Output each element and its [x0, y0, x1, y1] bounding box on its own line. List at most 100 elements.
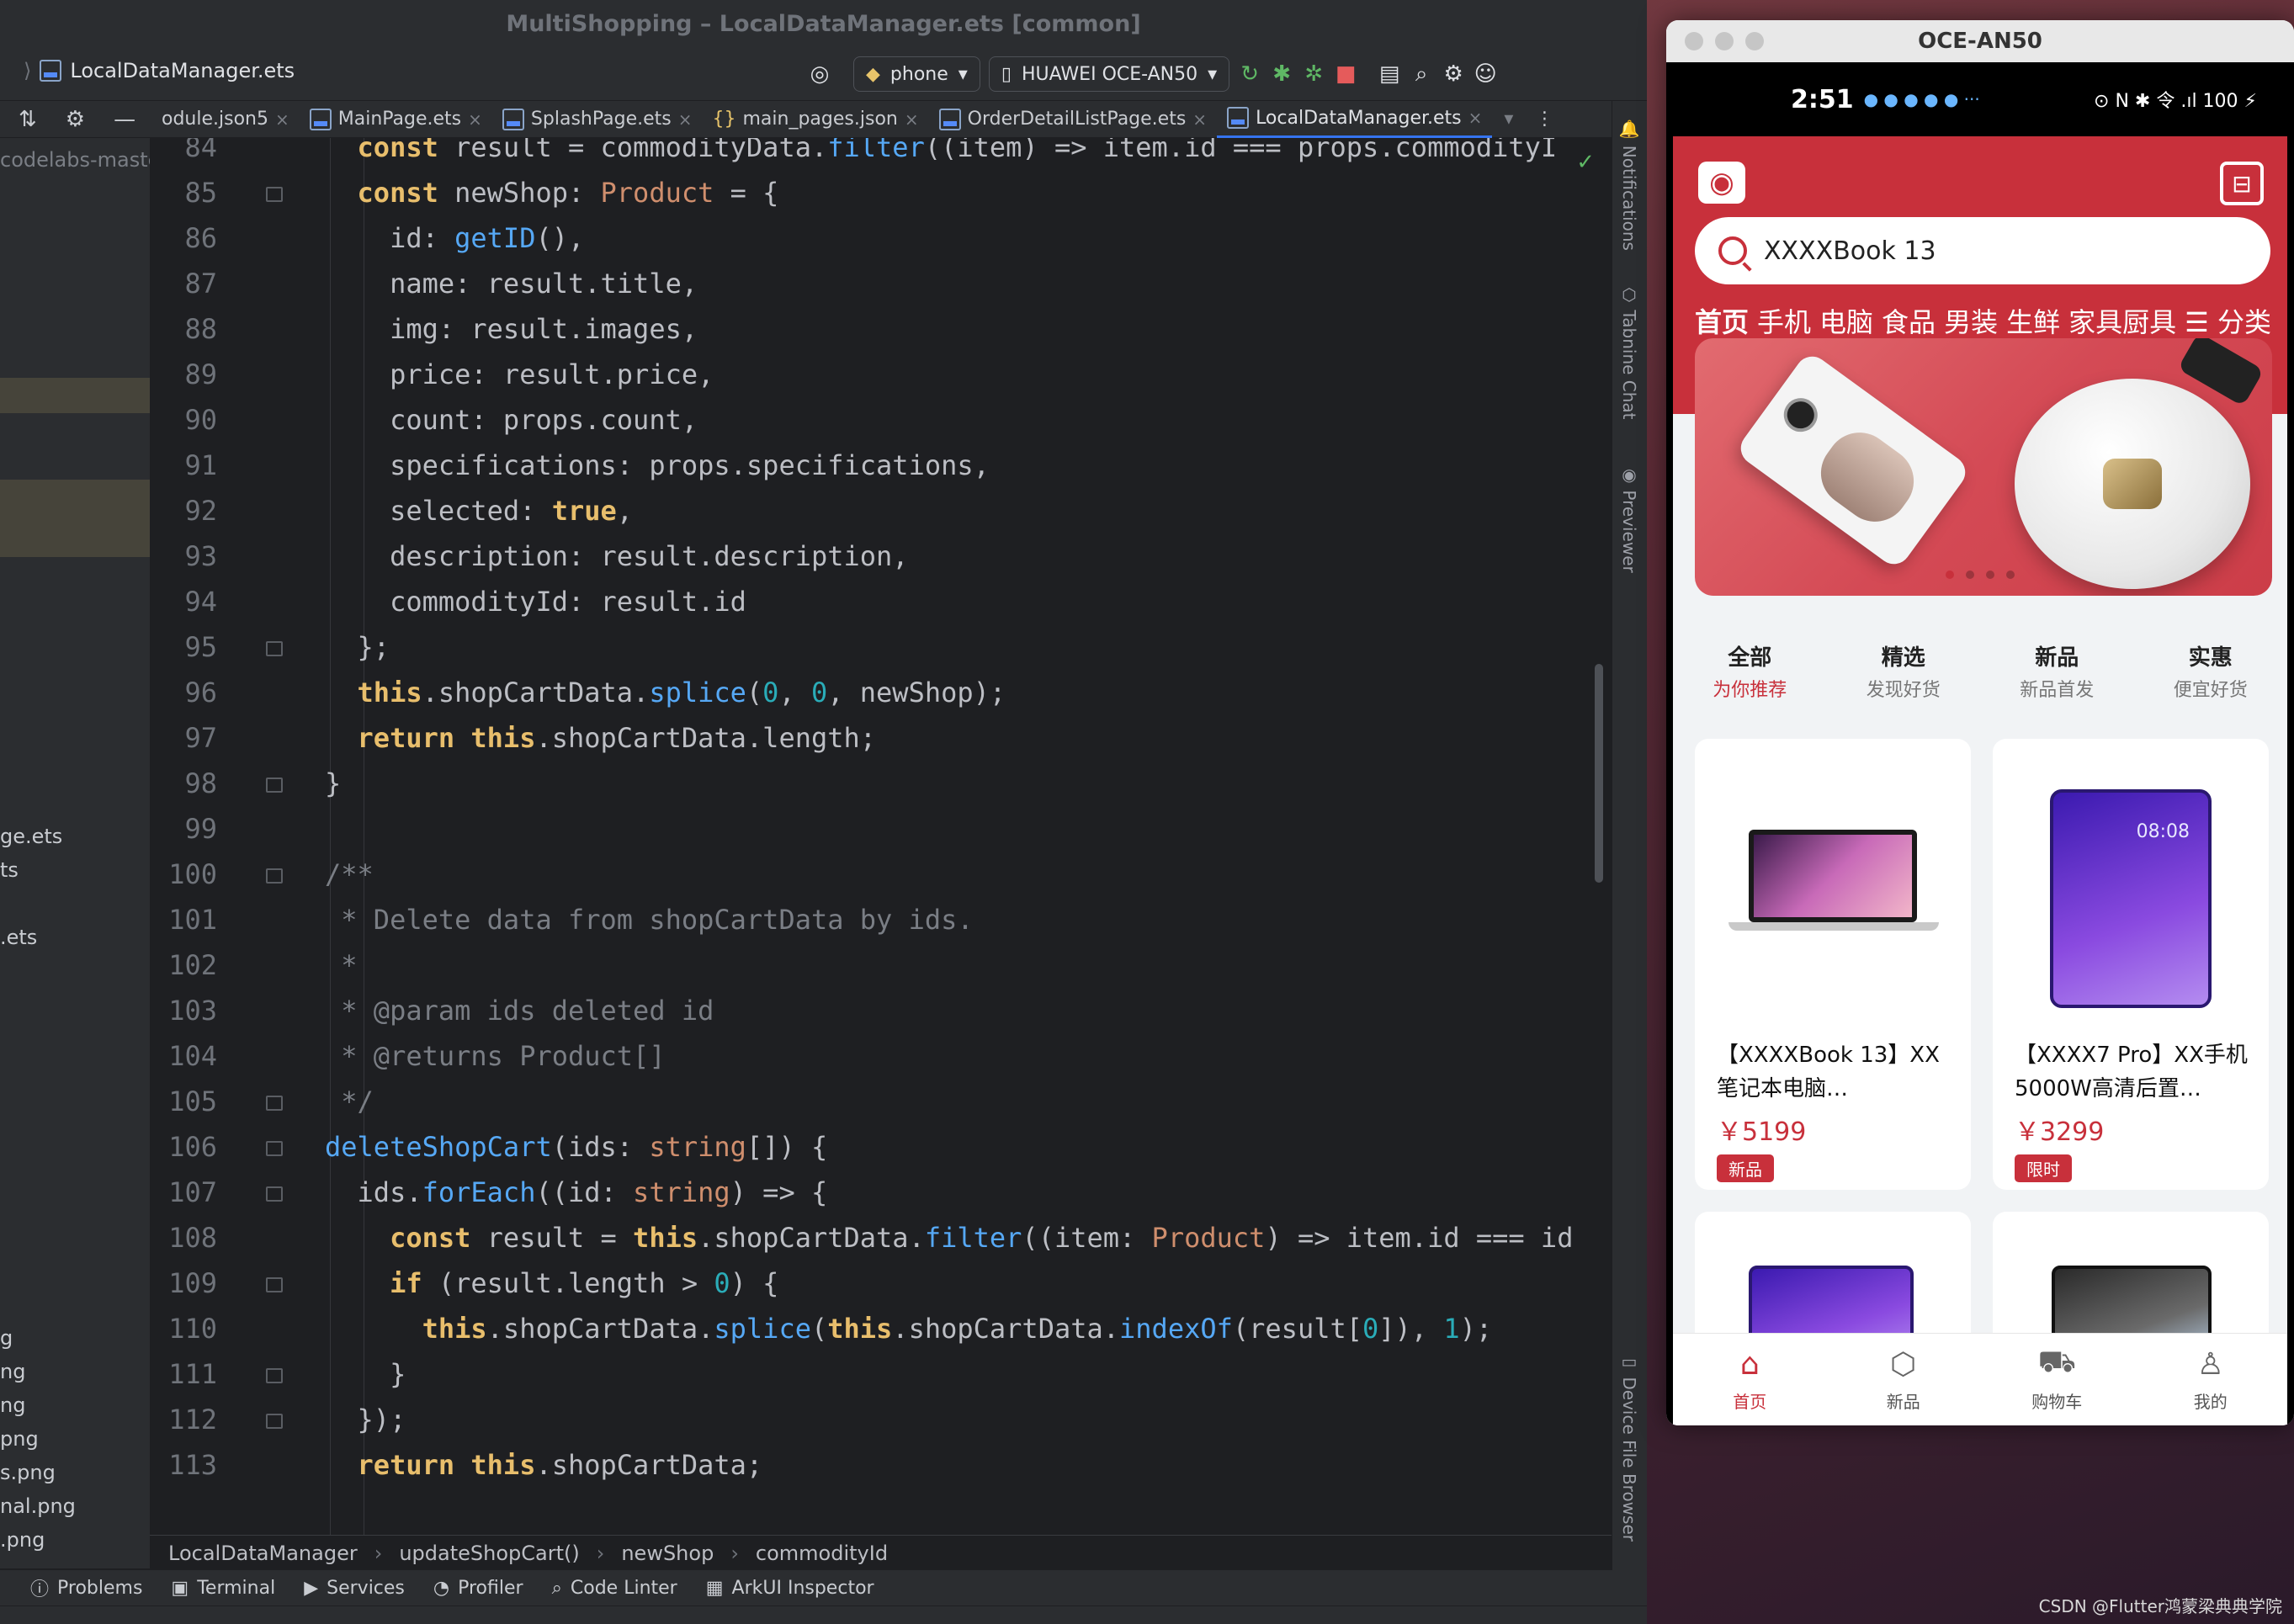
code-line[interactable]: 99 — [150, 806, 1612, 852]
code-line[interactable]: 106 deleteShopCart(ids: string[]) { — [150, 1124, 1612, 1170]
project-item[interactable]: g — [0, 1326, 13, 1350]
product-card[interactable]: 【XXXXBook 13】XX笔记本电脑… ￥5199 新品 — [1695, 739, 1971, 1190]
feed-tab-deals[interactable]: 实惠 便宜好货 — [2134, 634, 2288, 707]
close-window-button[interactable] — [1685, 32, 1703, 50]
code-line[interactable]: 84 const result = commodityData.filter((… — [150, 138, 1612, 170]
close-icon[interactable]: × — [1468, 108, 1483, 128]
feed-tab-all[interactable]: 全部 为你推荐 — [1673, 634, 1827, 707]
scan-icon[interactable]: ⊟ — [2220, 162, 2264, 205]
tab-mainpage[interactable]: MainPage.ets × — [300, 101, 492, 138]
code-linter-tool[interactable]: ⌕ Code Linter — [552, 1578, 677, 1599]
code-line[interactable]: 102 * — [150, 942, 1612, 988]
code-line[interactable]: 97 return this.shopCartData.length; — [150, 715, 1612, 761]
nav-cart[interactable]: ⛟ 购物车 — [1980, 1334, 2134, 1425]
fold-icon[interactable] — [266, 1096, 283, 1111]
more-actions-icon[interactable]: ⋮ — [1535, 109, 1553, 130]
breadcrumb-item[interactable]: newShop — [621, 1542, 714, 1565]
services-tool[interactable]: ▶ Services — [304, 1578, 405, 1599]
tab-main-pages-json[interactable]: {} main_pages.json × — [703, 101, 929, 138]
run-config-select[interactable]: ◆ phone ▾ — [853, 56, 980, 92]
project-item[interactable]: ge.ets — [0, 825, 62, 848]
fold-icon[interactable] — [266, 1277, 283, 1292]
code-line[interactable]: 96 this.shopCartData.splice(0, 0, newSho… — [150, 670, 1612, 715]
category-item[interactable]: 电脑 — [1819, 301, 1873, 340]
search-input[interactable]: XXXXBook 13 — [1695, 217, 2270, 284]
account-icon[interactable]: ☺ — [1474, 62, 1497, 86]
fold-icon[interactable] — [266, 778, 283, 793]
project-item[interactable]: codelabs-maste — [0, 148, 150, 172]
product-card[interactable]: 08:08 【XXXX7 Pro】XX手机 5000W高清后置… ￥3299 限… — [1993, 739, 2269, 1190]
fold-icon[interactable] — [266, 1414, 283, 1429]
breadcrumb-item[interactable]: updateShopCart() — [399, 1542, 579, 1565]
code-line[interactable]: 100 /** — [150, 852, 1612, 897]
close-icon[interactable]: × — [468, 109, 482, 130]
tab-localdatamanager[interactable]: LocalDataManager.ets × — [1217, 101, 1493, 138]
code-line[interactable]: 92 selected: true, — [150, 488, 1612, 533]
tab-orderdetaillistpage[interactable]: OrderDetailListPage.ets × — [929, 101, 1217, 138]
project-item[interactable]: nal.png — [0, 1494, 76, 1518]
terminal-tool[interactable]: ▣ Terminal — [171, 1578, 275, 1599]
code-line[interactable]: 101 * Delete data from shopCartData by i… — [150, 897, 1612, 942]
fold-icon[interactable] — [266, 868, 283, 884]
nav-home[interactable]: ⌂ 首页 — [1673, 1334, 1827, 1425]
more-tabs-icon[interactable]: ▾ — [1504, 109, 1513, 130]
code-line[interactable]: 105 */ — [150, 1079, 1612, 1124]
project-item[interactable]: s.png — [0, 1461, 56, 1484]
product-card[interactable] — [1993, 1212, 2269, 1346]
code-line[interactable]: 113 return this.shopCartData; — [150, 1442, 1612, 1488]
close-icon[interactable]: × — [1192, 109, 1207, 130]
category-item[interactable]: 家具厨具 — [2068, 301, 2176, 340]
project-item[interactable]: ts — [0, 858, 19, 882]
project-item[interactable]: ng — [0, 1360, 25, 1383]
rerun-icon[interactable]: ↻ — [1238, 62, 1261, 86]
code-line[interactable]: 111 } — [150, 1351, 1612, 1397]
fold-icon[interactable] — [266, 1141, 283, 1156]
project-item[interactable]: ng — [0, 1393, 25, 1417]
category-more[interactable]: ☰ 分类 — [2185, 301, 2271, 340]
breadcrumb-item[interactable]: LocalDataManager — [168, 1542, 358, 1565]
editor-scrollbar[interactable] — [1595, 664, 1603, 883]
device-manager-icon[interactable]: ▤ — [1378, 62, 1401, 86]
project-item[interactable]: .png — [0, 1528, 45, 1552]
code-line[interactable]: 85 const newShop: Product = { — [150, 170, 1612, 215]
code-line[interactable]: 89 price: result.price, — [150, 352, 1612, 397]
arkui-inspector-tool[interactable]: ▦ ArkUI Inspector — [706, 1578, 874, 1599]
tabnine-chat-tool[interactable]: ⬡ Tabnine Chat — [1619, 284, 1639, 420]
fold-icon[interactable] — [266, 1186, 283, 1202]
category-item[interactable]: 食品 — [1882, 301, 1936, 340]
code-line[interactable]: 91 specifications: props.specifications, — [150, 443, 1612, 488]
code-line[interactable]: 104 * @returns Product[] — [150, 1033, 1612, 1079]
tab-module-json5[interactable]: odule.json5 × — [151, 101, 300, 138]
project-item[interactable]: .ets — [0, 926, 37, 949]
minimize-window-button[interactable] — [1715, 32, 1734, 50]
code-line[interactable]: 110 this.shopCartData.splice(this.shopCa… — [150, 1306, 1612, 1351]
nav-mine[interactable]: ♙ 我的 — [2134, 1334, 2288, 1425]
debug-icon[interactable]: ✱ — [1270, 62, 1293, 86]
breadcrumb-item[interactable]: commodityId — [756, 1542, 888, 1565]
file-crumb[interactable]: ⟩ LocalDataManager.ets — [24, 59, 295, 82]
fold-icon[interactable] — [266, 1368, 283, 1383]
promo-banner[interactable] — [1695, 338, 2272, 596]
code-line[interactable]: 95 }; — [150, 624, 1612, 670]
device-file-browser-tool[interactable]: ▭ Device File Browser — [1619, 1351, 1639, 1542]
code-line[interactable]: 108 const result = this.shopCartData.fil… — [150, 1215, 1612, 1260]
search-icon[interactable]: ⌕ — [1410, 62, 1433, 86]
code-line[interactable]: 98} — [150, 761, 1612, 806]
category-item[interactable]: 生鲜 — [2006, 301, 2060, 340]
problems-tool[interactable]: ⓘ Problems — [30, 1574, 142, 1601]
target-icon[interactable]: ◎ — [808, 62, 831, 86]
code-line[interactable]: 107 ids.forEach((id: string) => { — [150, 1170, 1612, 1215]
nav-new[interactable]: ⬡ 新品 — [1827, 1334, 1981, 1425]
code-line[interactable]: 103 * @param ids deleted id — [150, 988, 1612, 1033]
collapse-icon[interactable]: ⇅ — [19, 107, 37, 132]
feed-tab-featured[interactable]: 精选 发现好货 — [1827, 634, 1981, 707]
attach-debugger-icon[interactable]: ✲ — [1302, 62, 1325, 86]
code-line[interactable]: 112 }); — [150, 1397, 1612, 1442]
gear-icon[interactable]: ⚙ — [66, 107, 85, 132]
project-item[interactable]: png — [0, 1427, 39, 1451]
code-editor[interactable]: 84 const result = commodityData.filter((… — [150, 138, 1612, 1535]
device-select[interactable]: ▯ HUAWEI OCE-AN50 ▾ — [988, 56, 1230, 92]
code-line[interactable]: 86 id: getID(), — [150, 215, 1612, 261]
tab-splashpage[interactable]: SplashPage.ets × — [492, 101, 703, 138]
close-icon[interactable]: × — [275, 109, 289, 130]
